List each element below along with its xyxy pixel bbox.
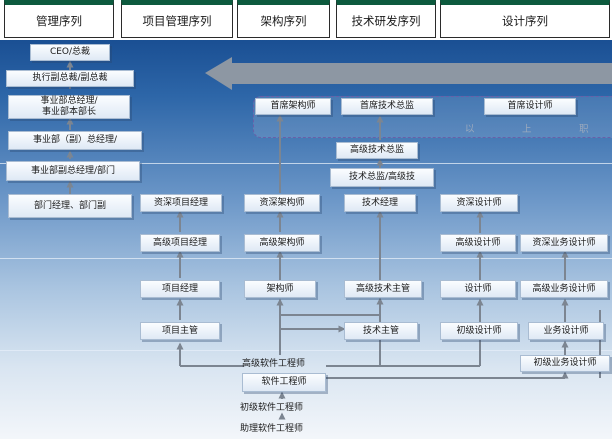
senior-business-designer-box: 资深业务设计师: [520, 234, 608, 252]
evp-box: 执行副总裁/副总裁: [6, 70, 134, 87]
ceo-box: CEO/总裁: [30, 44, 110, 61]
advanced-architect-box: 高级架构师: [244, 234, 320, 252]
junior-designer-box: 初级设计师: [440, 322, 518, 340]
junior-business-designer-box: 初级业务设计师: [520, 355, 610, 372]
tech-director-box: 技术总监/高级技: [330, 168, 434, 187]
pm-box: 项目经理: [140, 280, 220, 298]
designer-box: 设计师: [440, 280, 516, 298]
architect-box: 架构师: [244, 280, 316, 298]
business-designer-box: 业务设计师: [528, 322, 604, 340]
dept-manager-box: 部门经理、部门副: [8, 194, 132, 218]
division-gm-box: 事业部总经理/ 事业部本部长: [8, 95, 130, 119]
career-path-diagram: 管理序列 项目管理序列 架构序列 技术研发序列 设计序列 以上职 CEO/总裁 …: [0, 0, 612, 439]
advanced-tech-director-box: 高级技术总监: [336, 142, 418, 159]
advanced-designer-box: 高级设计师: [440, 234, 516, 252]
division-deputy-gm-box: 事业部（副）总经理/: [8, 131, 142, 150]
advanced-business-designer-box: 高级业务设计师: [520, 280, 608, 298]
tech-lead-box: 技术主管: [344, 322, 418, 340]
advanced-engineer-label: 高级软件工程师: [242, 359, 306, 369]
chief-tech-director-box: 首席技术总监: [341, 98, 433, 115]
assistant-engineer-label: 助理软件工程师: [240, 424, 304, 434]
project-lead-box: 项目主管: [140, 322, 220, 340]
division-vice-gm-box: 事业部副总经理/部门: [6, 161, 140, 181]
senior-architect-box: 资深架构师: [244, 194, 320, 212]
chief-designer-box: 首席设计师: [484, 98, 576, 115]
engineer-box: 软件工程师: [242, 373, 326, 392]
big-left-arrow: [205, 57, 612, 90]
advanced-pm-box: 高级项目经理: [140, 234, 220, 252]
advanced-tech-lead-box: 高级技术主管: [344, 280, 422, 298]
junior-engineer-label: 初级软件工程师: [240, 403, 304, 413]
chief-architect-box: 首席架构师: [255, 98, 331, 115]
senior-designer-box: 资深设计师: [440, 194, 518, 212]
tech-manager-box: 技术经理: [344, 194, 416, 212]
senior-pm-box: 资深项目经理: [140, 194, 222, 212]
